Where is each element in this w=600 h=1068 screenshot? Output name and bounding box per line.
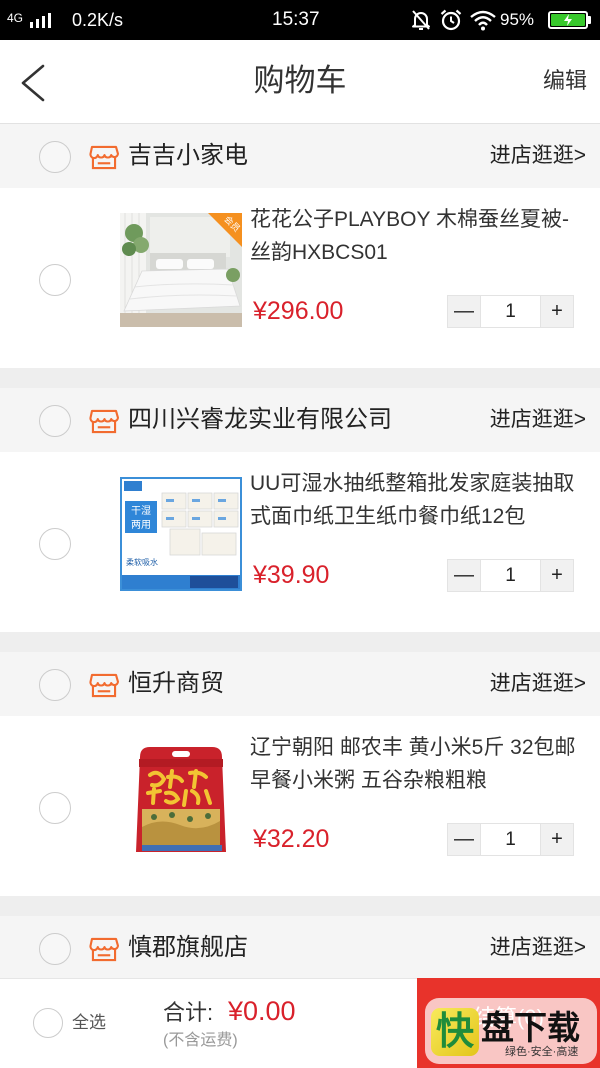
enter-store-link[interactable]: 进店逛逛> [490, 916, 586, 980]
select-all-label[interactable]: 全选 [72, 1012, 106, 1034]
product-image[interactable]: 干湿 两用 柔软吸水 [120, 477, 242, 591]
enter-store-link[interactable]: 进店逛逛> [490, 124, 586, 188]
store-name[interactable]: 四川兴睿龙实业有限公司 [128, 388, 392, 452]
shipping-note: (不含运费) [163, 1032, 238, 1049]
bedding-product-photo: 会员 [120, 213, 242, 327]
increase-quantity-button[interactable]: + [540, 823, 574, 856]
alarm-icon [440, 9, 462, 31]
store-name[interactable]: 恒升商贸 [128, 652, 224, 716]
section-divider [0, 368, 600, 388]
store-name[interactable]: 吉吉小家电 [128, 124, 248, 188]
network-speed: 0.2K/s [72, 10, 124, 30]
enter-store-link[interactable]: 进店逛逛> [490, 388, 586, 452]
product-price: ¥296.00 [253, 297, 344, 325]
image-label-top: 干湿 [131, 505, 151, 517]
increase-quantity-button[interactable]: + [540, 295, 574, 328]
cart-item: 干湿 两用 柔软吸水 UU可湿水抽纸整箱批发家庭装抽取式面巾纸卫生纸巾餐巾纸12… [0, 452, 600, 632]
edit-button[interactable]: 编辑 [543, 40, 587, 122]
product-title[interactable]: 花花公子PLAYBOY 木棉蚕丝夏被-丝韵HXBCS01 [250, 203, 585, 269]
quantity-stepper: — 1 + [447, 823, 574, 856]
store-header: 恒升商贸 进店逛逛> [0, 652, 600, 716]
store-select-radio[interactable] [39, 669, 71, 701]
tissue-product-photo: 干湿 两用 柔软吸水 [120, 477, 242, 591]
quantity-input[interactable]: 1 [481, 823, 540, 856]
total-label: 合计: [163, 1000, 214, 1025]
battery-charging-icon [548, 11, 588, 29]
page-title: 购物车 [253, 63, 347, 98]
item-select-radio[interactable] [39, 792, 71, 824]
quantity-input[interactable]: 1 [481, 559, 540, 592]
status-bar: 4G 0.2K/s 15:37 95% [0, 0, 600, 40]
product-price: ¥39.90 [253, 561, 330, 589]
product-price: ¥32.20 [253, 825, 330, 853]
wifi-icon [470, 10, 496, 31]
cart-item: 辽宁朝阳 邮农丰 黄小米5斤 32包邮 早餐小米粥 五谷杂粮粗粮 ¥32.20 … [0, 716, 600, 896]
shop-icon [89, 673, 119, 698]
store-select-radio[interactable] [39, 141, 71, 173]
app-header: 购物车 编辑 [0, 40, 600, 124]
millet-bag-product-photo [120, 741, 242, 855]
mute-icon [412, 10, 430, 30]
item-select-radio[interactable] [39, 528, 71, 560]
watermark-icon: 快 [431, 1008, 479, 1056]
shop-icon [89, 409, 119, 434]
product-title[interactable]: UU可湿水抽纸整箱批发家庭装抽取式面巾纸卫生纸巾餐巾纸12包 [250, 467, 585, 533]
quantity-input[interactable]: 1 [481, 295, 540, 328]
product-title[interactable]: 辽宁朝阳 邮农丰 黄小米5斤 32包邮 早餐小米粥 五谷杂粮粗粮 [250, 731, 585, 797]
network-type: 4G [7, 11, 24, 25]
image-label-bottom: 两用 [131, 520, 151, 531]
store-header: 慎郡旗舰店 进店逛逛> [0, 916, 600, 980]
decrease-quantity-button[interactable]: — [447, 559, 481, 592]
select-all-radio[interactable] [33, 1008, 63, 1038]
shop-icon [89, 145, 119, 170]
store-header: 吉吉小家电 进店逛逛> [0, 124, 600, 188]
shop-icon [89, 937, 119, 962]
enter-store-link[interactable]: 进店逛逛> [490, 652, 586, 716]
product-image[interactable] [120, 741, 242, 855]
quantity-stepper: — 1 + [447, 295, 574, 328]
section-divider [0, 896, 600, 916]
clock-time: 15:37 [272, 9, 320, 30]
increase-quantity-button[interactable]: + [540, 559, 574, 592]
store-header: 四川兴睿龙实业有限公司 进店逛逛> [0, 388, 600, 452]
store-select-radio[interactable] [39, 933, 71, 965]
cart-item: 会员 花花公子PLAYBOY 木棉蚕丝夏被-丝韵HXBCS01 ¥296.00 … [0, 188, 600, 368]
watermark-name: 盘下载 [481, 1009, 580, 1046]
item-select-radio[interactable] [39, 264, 71, 296]
store-name[interactable]: 慎郡旗舰店 [128, 916, 248, 980]
decrease-quantity-button[interactable]: — [447, 295, 481, 328]
battery-percent: 95% [500, 10, 535, 29]
total-amount: ¥0.00 [228, 996, 296, 1026]
watermark-logo: 快 盘下载 绿色·安全·高速 [425, 998, 597, 1064]
store-select-radio[interactable] [39, 405, 71, 437]
quantity-stepper: — 1 + [447, 559, 574, 592]
cart-list: 吉吉小家电 进店逛逛> 会员 花花公子PLAYBOY 木棉蚕丝夏被-丝韵HXBC… [0, 124, 600, 980]
product-image[interactable]: 会员 [120, 213, 242, 327]
image-caption: 柔软吸水 [126, 557, 158, 567]
signal-icon [30, 13, 51, 28]
battery-tip [588, 16, 591, 24]
decrease-quantity-button[interactable]: — [447, 823, 481, 856]
chevron-left-icon[interactable] [20, 64, 46, 102]
watermark-slogan: 绿色·安全·高速 [505, 1046, 579, 1058]
section-divider [0, 632, 600, 652]
